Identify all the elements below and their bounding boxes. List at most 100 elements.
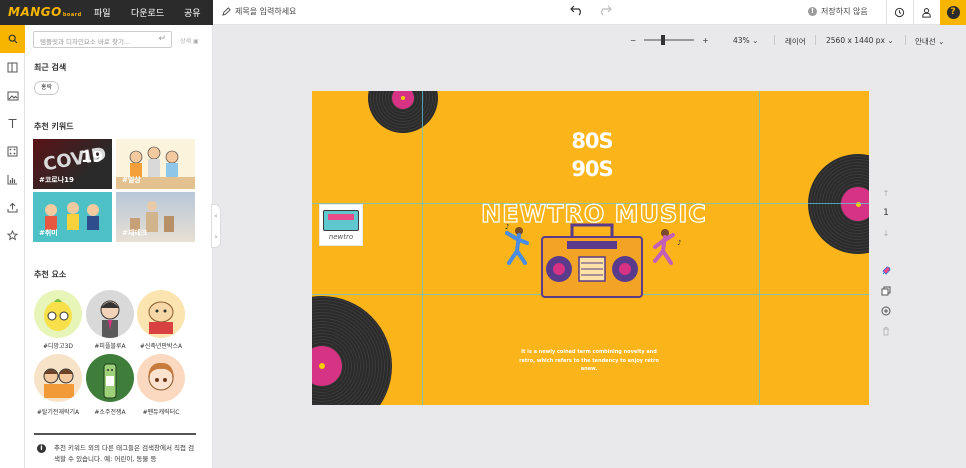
divider	[774, 35, 775, 45]
menu-share[interactable]: 공유	[184, 6, 201, 19]
zoom-in-button[interactable]: +	[702, 36, 708, 45]
layers-button[interactable]: 레이어	[785, 36, 806, 47]
keyword-tag: #취미	[39, 229, 58, 237]
element-label: #신축년판박스A	[139, 343, 183, 350]
add-page-icon[interactable]	[878, 301, 894, 321]
text-icon[interactable]	[0, 109, 25, 137]
guide-line-vertical[interactable]	[422, 91, 423, 405]
girl-character	[148, 362, 174, 391]
man-character	[100, 300, 120, 338]
design-canvas[interactable]: 80S 90S NEWTRO MUSIC ♪ ♪ It is a newly c…	[312, 91, 869, 405]
mangoboard-logo[interactable]: MANGOboard	[8, 5, 82, 19]
recommended-keywords-title: 추천 키워드	[34, 122, 74, 131]
save-status-text: 저장하지 않음	[821, 7, 868, 16]
undo-icon[interactable]	[570, 4, 584, 19]
newtro-sticker[interactable]: newtro	[319, 204, 363, 246]
search-placeholder: 템플릿과 디자인요소 바로 찾기...	[40, 38, 131, 46]
ox-character	[148, 301, 174, 334]
delete-page-icon[interactable]	[878, 321, 894, 341]
enter-icon[interactable]: ↵	[158, 34, 166, 44]
pencil-icon	[222, 7, 231, 16]
zoom-out-button[interactable]: −	[630, 36, 636, 45]
element-label: #펜듀캐릭터C	[142, 409, 180, 416]
template-icon[interactable]	[0, 53, 25, 81]
menu-file[interactable]: 파일	[94, 6, 111, 19]
search-tip-text: 추천 키워드 외의 다른 태그들은 검색창에서 직접 검색할 수 있습니다. 예…	[54, 444, 195, 463]
vinyl-record-right[interactable]	[808, 154, 869, 254]
element-soju-bottle[interactable]	[86, 354, 134, 402]
guides-select[interactable]: 안내선 ⌄	[915, 36, 944, 47]
detail-search-link[interactable]: 상세 ▣	[180, 36, 199, 45]
keyword-card-hobby[interactable]: #취미	[33, 192, 112, 242]
chevron-down-icon: ⌄	[752, 36, 759, 45]
zoom-level-select[interactable]: 43% ⌄	[733, 36, 758, 45]
zoom-slider[interactable]	[644, 35, 695, 45]
element-character-girl[interactable]	[137, 354, 185, 402]
vinyl-record-bottom[interactable]	[312, 296, 392, 405]
search-panel: 템플릿과 디자인요소 바로 찾기... ↵ 상세 ▣ 최근 검색 홍락 추천 키…	[25, 25, 213, 468]
chevron-right-icon: ›	[214, 232, 218, 241]
zoom-slider-handle[interactable]	[661, 35, 666, 45]
document-title-text: 제목을 입력하세요	[235, 7, 297, 16]
keyword-card-covid[interactable]: COVID 19 #코로나19	[33, 139, 112, 189]
chart-icon[interactable]	[0, 165, 25, 193]
search-input[interactable]: 템플릿과 디자인요소 바로 찾기... ↵	[33, 31, 172, 48]
photo-icon[interactable]	[0, 81, 25, 109]
canvas-size-select[interactable]: 2560 x 1440 px ⌄	[826, 36, 894, 45]
page-down-icon[interactable]: ↓	[878, 223, 894, 243]
element-people-blue[interactable]	[86, 290, 134, 338]
guide-line-vertical[interactable]	[759, 91, 760, 405]
rocket-icon[interactable]	[878, 261, 894, 281]
tool-strip	[0, 25, 25, 468]
divider	[905, 35, 906, 45]
redo-icon[interactable]	[598, 4, 612, 19]
element-label: #탈기전재락기A	[36, 409, 80, 416]
save-status: ! 저장하지 않음	[808, 6, 868, 17]
svg-text:♪: ♪	[505, 223, 509, 231]
element-cheering-kids[interactable]	[34, 354, 82, 402]
search-tip: i 추천 키워드 외의 다른 태그들은 검색창에서 직접 검색할 수 있습니다.…	[37, 443, 197, 465]
zoom-control: − +	[630, 34, 709, 46]
keyword-tag: #일상	[122, 176, 141, 184]
menu-download[interactable]: 다운로드	[131, 6, 164, 19]
upload-icon[interactable]	[0, 193, 25, 221]
vinyl-record-top[interactable]	[368, 91, 438, 133]
decade-80s: 80S	[571, 129, 613, 153]
lemon-character	[44, 299, 72, 331]
element-icon[interactable]	[0, 137, 25, 165]
search-icon[interactable]	[0, 25, 25, 53]
dancers-boombox-illustration[interactable]: ♪ ♪	[497, 219, 697, 299]
divider	[34, 433, 196, 435]
recent-search-chip[interactable]: 홍락	[34, 81, 60, 95]
decade-text[interactable]: 80S 90S	[570, 127, 614, 183]
element-label: #디망고3D	[42, 343, 74, 350]
description-text[interactable]: It is a newly coined term combining nove…	[514, 348, 664, 374]
decade-90s: 90S	[571, 157, 613, 181]
favorite-icon[interactable]	[0, 221, 25, 249]
keyword-tag: #코로나19	[39, 176, 74, 184]
user-icon[interactable]	[913, 0, 939, 25]
keyword-card-daily[interactable]: #일상	[116, 139, 195, 189]
chevron-down-icon: ⌄	[887, 36, 894, 45]
keyword-card-finance[interactable]: #재테크	[116, 192, 195, 242]
help-button[interactable]: ?	[940, 0, 966, 25]
covid-number-art: 19	[81, 147, 104, 166]
svg-text:♪: ♪	[677, 239, 681, 247]
document-title[interactable]: 제목을 입력하세요	[222, 6, 296, 17]
copy-page-icon[interactable]	[878, 281, 894, 301]
history-icon[interactable]	[886, 0, 912, 25]
element-lemon-character[interactable]	[34, 290, 82, 338]
page-up-icon[interactable]: ↑	[878, 183, 894, 203]
page-number: 1	[883, 208, 889, 218]
page-tools: ↑ 1 ↓	[878, 183, 894, 341]
element-new-year-box[interactable]	[137, 290, 185, 338]
brand-bar: MANGOboard 파일 다운로드 공유	[0, 0, 213, 25]
info-icon: i	[37, 444, 46, 453]
chevron-down-icon: ⌄	[938, 37, 945, 46]
cassette-tape-icon	[323, 209, 359, 231]
divider	[815, 35, 816, 45]
panel-collapse-handle[interactable]: ‹ ›	[211, 204, 221, 248]
top-bar: MANGOboard 파일 다운로드 공유 제목을 입력하세요 ! 저장하지 않…	[0, 0, 966, 25]
kids-character	[43, 368, 74, 398]
help-icon: ?	[946, 6, 960, 19]
